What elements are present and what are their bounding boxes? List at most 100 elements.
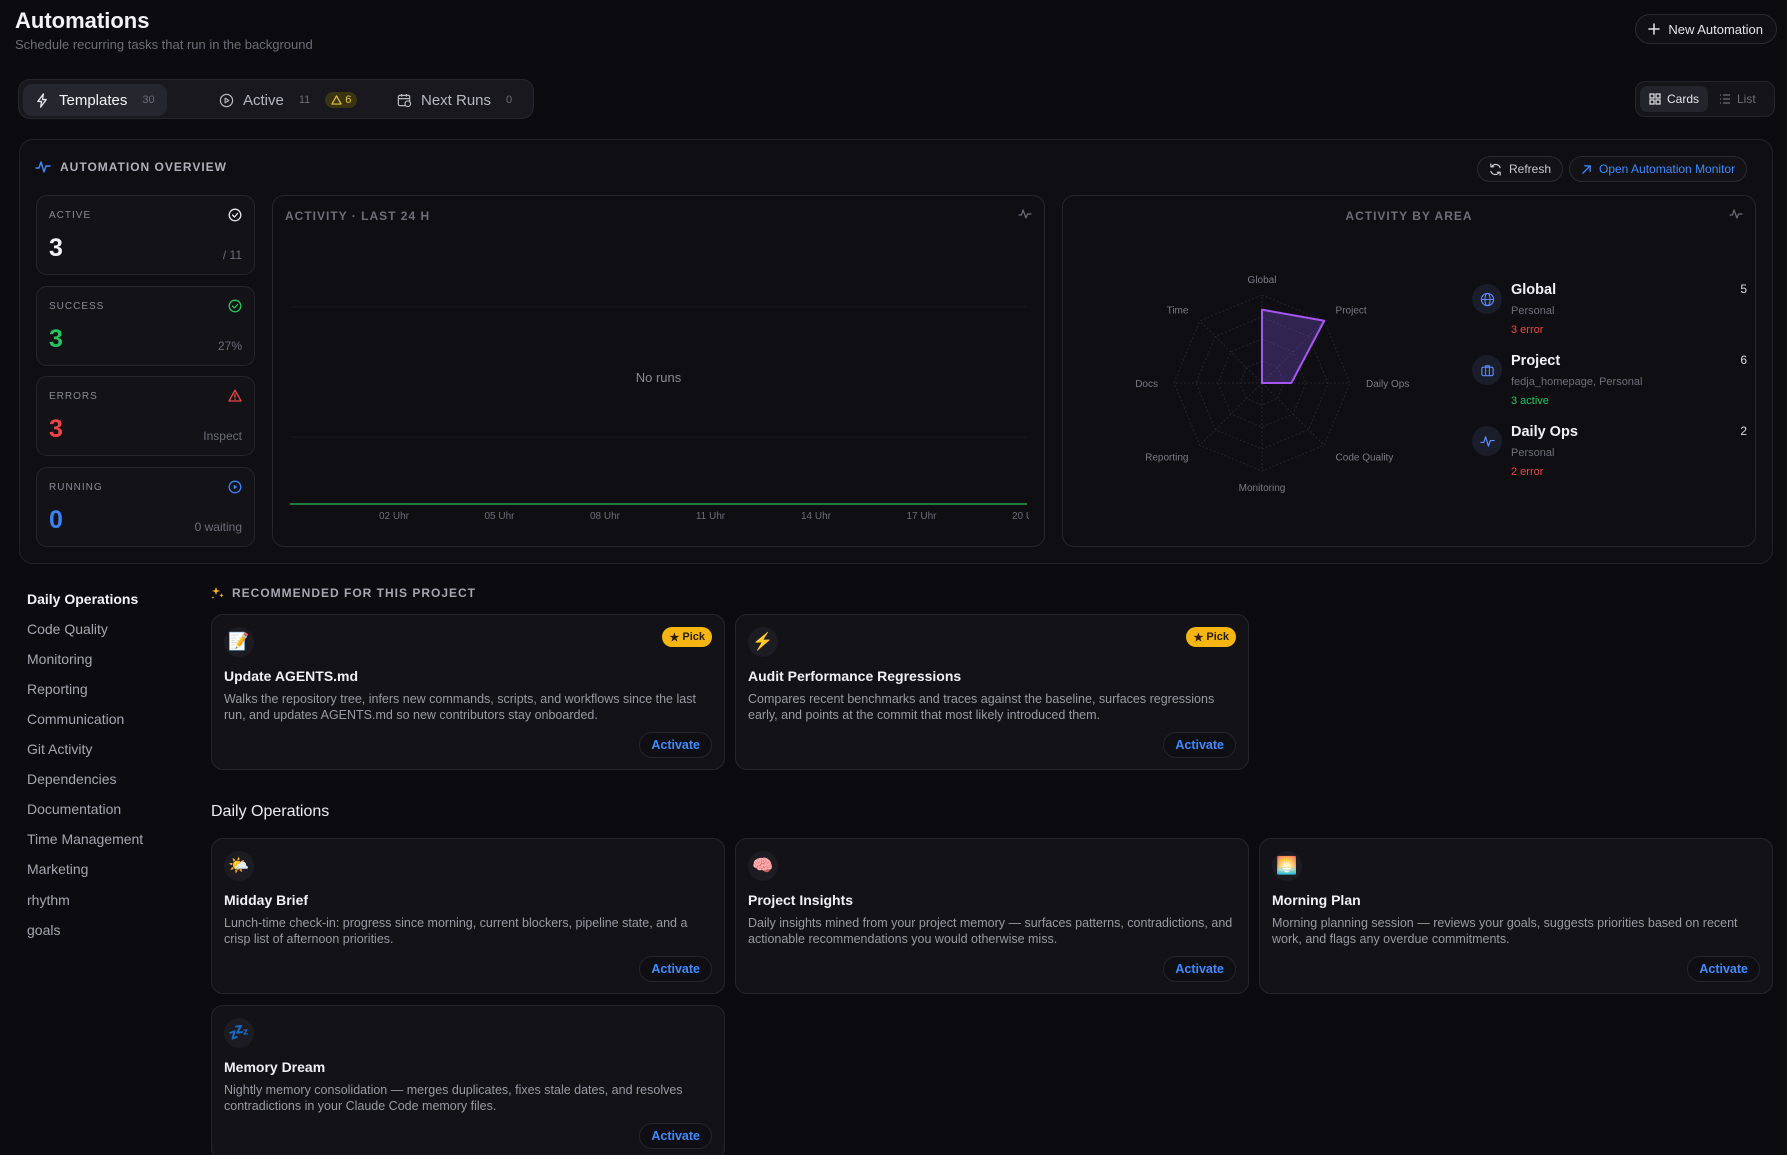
stat-errors-inspect[interactable]: Inspect — [203, 429, 242, 443]
stat-active-value: 3 — [49, 234, 63, 262]
sidebar-item-dependencies[interactable]: Dependencies — [27, 771, 117, 787]
sidebar-item-rhythm[interactable]: rhythm — [27, 892, 70, 908]
activate-button[interactable]: Activate — [639, 956, 712, 982]
area-sub: fedja_homepage, Personal — [1511, 376, 1643, 388]
radar-series-area — [1261, 308, 1326, 384]
calendar-clock-icon — [397, 93, 412, 108]
overview-title: AUTOMATION OVERVIEW — [35, 160, 227, 174]
warning-badge: 6 — [325, 92, 358, 108]
stat-errors[interactable]: ERRORS 3 Inspect — [36, 376, 255, 456]
activate-button[interactable]: Activate — [639, 1123, 712, 1149]
plus-icon — [1648, 23, 1661, 35]
sidebar-item-monitoring[interactable]: Monitoring — [27, 651, 92, 667]
pick-label: Pick — [1206, 631, 1229, 643]
template-name: Project Insights — [748, 892, 854, 908]
area-pulse-icon — [1729, 207, 1743, 221]
sidebar-item-communication[interactable]: Communication — [27, 711, 124, 727]
stat-errors-value: 3 — [49, 415, 63, 443]
page-title: Automations — [15, 8, 150, 33]
x-tick-label: 20 Uhr — [1012, 511, 1029, 522]
error-triangle-icon — [228, 389, 242, 402]
star-icon: ★ — [1193, 631, 1204, 644]
sidebar-item-documentation[interactable]: Documentation — [27, 801, 121, 817]
template-card: 🧠 Project Insights Daily insights mined … — [735, 838, 1249, 994]
sidebar-item-goals[interactable]: goals — [27, 922, 60, 938]
play-circle-icon — [219, 93, 234, 108]
refresh-icon — [1489, 162, 1502, 176]
refresh-label: Refresh — [1509, 162, 1552, 176]
template-card: 🌤️ Midday Brief Lunch-time check-in: pro… — [211, 838, 725, 994]
stat-running-value: 0 — [49, 506, 63, 534]
radar-axis-label: Monitoring — [1239, 483, 1286, 494]
radar-axis-label: Daily Ops — [1366, 379, 1409, 390]
page-subtitle: Schedule recurring tasks that run in the… — [15, 37, 313, 52]
sunrise-icon: 🌅 — [1272, 851, 1302, 881]
pick-badge: ★ Pick — [1186, 627, 1236, 647]
globe-icon — [1472, 284, 1502, 314]
template-name: Midday Brief — [224, 892, 309, 908]
stat-running-waiting: 0 waiting — [194, 520, 242, 534]
view-cards-label: Cards — [1667, 92, 1700, 106]
template-description: Nightly memory consolidation — merges du… — [224, 1083, 683, 1113]
template-description: Walks the repository tree, infers new co… — [224, 692, 696, 722]
activate-button[interactable]: Activate — [1163, 732, 1236, 758]
radar-axis-label: Time — [1167, 305, 1189, 316]
stat-active-label: ACTIVE — [49, 210, 92, 221]
stat-success-label: SUCCESS — [49, 301, 105, 312]
activate-button[interactable]: Activate — [639, 732, 712, 758]
area-count: 2 — [1740, 424, 1747, 438]
template-card: 💤 Memory Dream Nightly memory consolidat… — [211, 1005, 725, 1155]
sidebar-item-marketing[interactable]: Marketing — [27, 861, 88, 877]
radar-axis-label: Code Quality — [1336, 453, 1394, 464]
x-tick-label: 14 Uhr — [801, 511, 832, 522]
tab-active-count: 11 — [298, 94, 311, 106]
template-description: Compares recent benchmarks and traces ag… — [748, 692, 1215, 722]
sidebar-item-git-activity[interactable]: Git Activity — [27, 741, 92, 757]
x-tick-label: 08 Uhr — [590, 511, 621, 522]
brain-icon: 🧠 — [748, 851, 778, 881]
tab-active[interactable]: Active 11 6 — [207, 84, 369, 116]
view-cards-button[interactable]: Cards — [1640, 86, 1709, 112]
sidebar-item-daily-operations[interactable]: Daily Operations — [27, 591, 138, 607]
refresh-button[interactable]: Refresh — [1477, 156, 1564, 182]
radar-axis-label: Global — [1248, 275, 1277, 286]
open-monitor-label: Open Automation Monitor — [1599, 162, 1736, 176]
stat-running: RUNNING 0 0 waiting — [36, 467, 255, 547]
open-automation-monitor-button[interactable]: Open Automation Monitor — [1569, 156, 1748, 182]
view-list-button[interactable]: List — [1710, 86, 1765, 112]
radar-axis-label: Project — [1336, 305, 1367, 316]
zzz-icon: 💤 — [224, 1018, 254, 1048]
x-tick-label: 17 Uhr — [906, 511, 937, 522]
section-title: Daily Operations — [211, 803, 330, 820]
sun-cloud-icon: 🌤️ — [224, 851, 254, 881]
activity-chart-title: ACTIVITY · LAST 24 H — [285, 209, 431, 223]
tab-next-runs[interactable]: Next Runs 0 — [385, 84, 524, 116]
x-tick-label: 11 Uhr — [696, 511, 726, 522]
activity-icon — [1472, 426, 1502, 456]
sidebar-item-time-management[interactable]: Time Management — [27, 831, 143, 847]
area-status: 2 error — [1511, 466, 1544, 478]
new-automation-button[interactable]: New Automation — [1635, 14, 1777, 44]
activity-by-area-title: ACTIVITY BY AREA — [1345, 209, 1473, 223]
tab-active-label: Active — [243, 91, 284, 109]
star-icon: ★ — [669, 631, 680, 644]
stat-active-total: / 11 — [222, 248, 242, 262]
sidebar-item-code-quality[interactable]: Code Quality — [27, 621, 108, 637]
overview-title-text: AUTOMATION OVERVIEW — [60, 160, 228, 174]
sparkles-icon — [211, 586, 225, 600]
activate-button[interactable]: Activate — [1163, 956, 1236, 982]
template-card: 🌅 Morning Plan Morning planning session … — [1259, 838, 1773, 994]
pulse-icon — [1018, 207, 1032, 221]
activate-button[interactable]: Activate — [1687, 956, 1760, 982]
template-name: Update AGENTS.md — [224, 668, 359, 684]
area-status: 3 error — [1511, 324, 1544, 336]
running-play-icon — [228, 480, 242, 494]
tab-templates[interactable]: Templates 30 — [23, 84, 167, 116]
briefcase-icon — [1472, 355, 1502, 385]
sidebar-item-reporting[interactable]: Reporting — [27, 681, 88, 697]
check-circle-icon — [228, 208, 242, 222]
tab-templates-count: 30 — [142, 94, 155, 106]
view-list-label: List — [1737, 92, 1756, 106]
memo-icon: 📝 — [224, 627, 254, 657]
activity-icon — [35, 160, 51, 174]
